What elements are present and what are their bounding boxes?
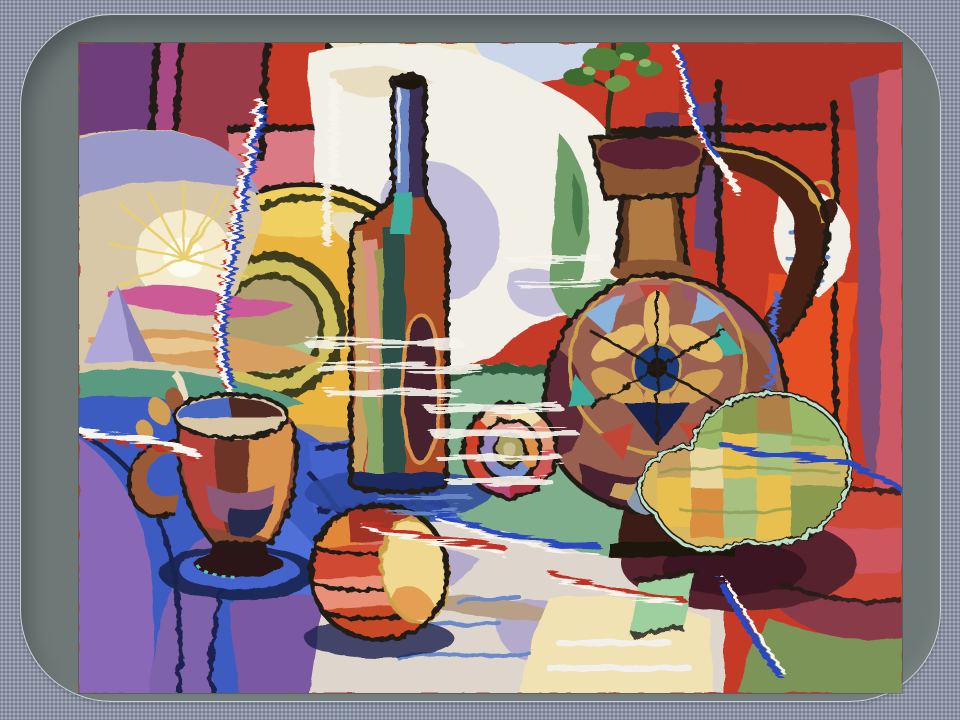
still-life-painting [79, 43, 902, 693]
painting-canvas [79, 43, 902, 693]
presentation-slide [0, 0, 960, 720]
